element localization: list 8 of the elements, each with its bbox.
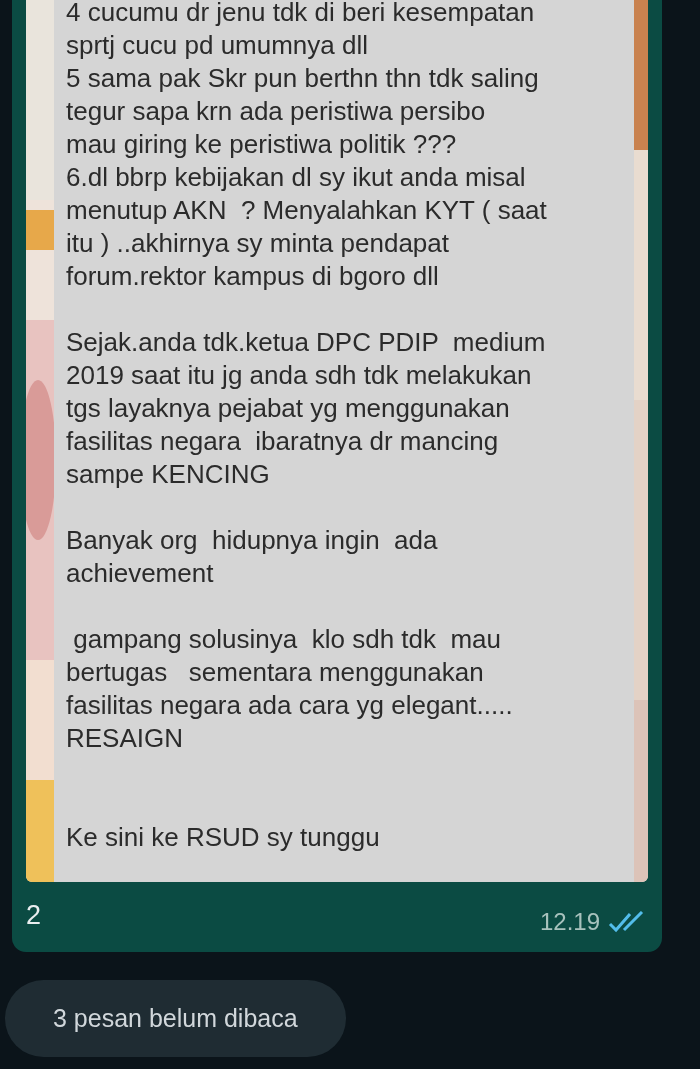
message-paragraph: gampang solusinya klo sdh tdk mau bertugas sementara menggunakan fasilitas negara ada cara yg elegant..... RESAIGN [66,623,514,755]
message-paragraph: Sejak.anda tdk.ketua DPC PDIP medium 2019 saat itu jg anda sdh tdk melakukan tgs layaknya pejabat yg menggunakan fasilitas negara ibaratnya dr mancing sampe KENCING [66,326,547,491]
message-paragraph: Ke sini ke RSUD sy tunggu [66,821,381,854]
caption-text: 2 [26,900,42,930]
message-paragraph: 4 cucumu dr jenu tdk di beri kesempatan sprtj cucu pd umumnya dll 5 sama pak Skr pun berthn thn tdk saling tegur sapa krn ada peristiwa persibo mau giring ke peristiwa politik ??? 6.dl bbrp kebijakan dl sy ikut anda misal menutup AKN ? Menyalahkan KYT ( saat itu ) ..akhirnya sy minta pendapat forum.rektor kampus di bgoro dll [66,0,548,293]
message-paragraph: Banyak org hidupnya ingin ada achievement [66,524,439,590]
unread-banner[interactable]: 3 pesan belum dibaca [5,980,346,1057]
message-time: 12.19 [539,908,600,936]
